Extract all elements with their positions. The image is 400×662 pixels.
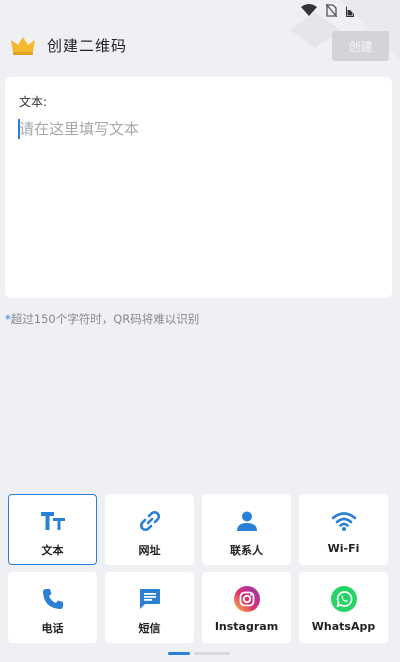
text-input-card: 文本:: [5, 77, 392, 298]
battery-icon: [346, 3, 355, 17]
tile-label: 联系人: [230, 544, 263, 557]
sms-icon: [137, 586, 163, 612]
tile-label: WhatsApp: [311, 620, 376, 633]
tile-label: 电话: [41, 622, 64, 635]
page-indicator-active: [168, 652, 190, 655]
text-cursor: [18, 119, 20, 139]
length-hint: *超过150个字符时，QR码将难以识别: [5, 311, 199, 327]
type-tile-instagram[interactable]: Instagram: [202, 572, 291, 643]
type-tile-sms[interactable]: 短信: [105, 572, 194, 643]
tile-label: 短信: [138, 622, 161, 635]
type-tile-phone[interactable]: 电话: [8, 572, 97, 643]
text-input[interactable]: [17, 115, 377, 143]
type-tile-text[interactable]: 文本: [8, 494, 97, 565]
crown-icon: [11, 37, 35, 55]
type-tile-url[interactable]: 网址: [105, 494, 194, 565]
wifi-icon: [331, 508, 357, 534]
phone-icon: [40, 586, 66, 612]
link-icon: [137, 508, 163, 534]
person-icon: [234, 508, 260, 534]
tile-label: 文本: [41, 544, 64, 557]
hint-text: 超过150个字符时，QR码将难以识别: [10, 312, 200, 326]
create-button[interactable]: 创建: [332, 31, 389, 61]
tile-label: Wi-Fi: [327, 542, 360, 555]
type-tile-whatsapp[interactable]: WhatsApp: [299, 572, 388, 643]
text-field-label: 文本:: [19, 95, 48, 109]
tile-label: Instagram: [214, 620, 279, 633]
page-indicator-inactive: [194, 652, 230, 655]
wifi-signal-icon: [301, 4, 318, 16]
page-indicator: [168, 652, 230, 656]
tile-label: 网址: [138, 544, 161, 557]
status-time: 9:59: [363, 3, 390, 17]
type-tile-wifi[interactable]: Wi-Fi: [299, 494, 388, 565]
app-bar: 创建二维码 创建: [0, 28, 400, 64]
type-tile-contact[interactable]: 联系人: [202, 494, 291, 565]
qr-type-grid: 文本 网址 联系人 Wi-Fi 电话 短信 Instagram WhatsApp: [8, 494, 392, 644]
page-title: 创建二维码: [47, 37, 128, 55]
no-sim-icon: [326, 3, 338, 17]
instagram-icon: [233, 586, 260, 612]
status-bar: 9:59: [0, 0, 400, 20]
text-icon: [40, 508, 66, 534]
whatsapp-icon: [330, 586, 357, 612]
